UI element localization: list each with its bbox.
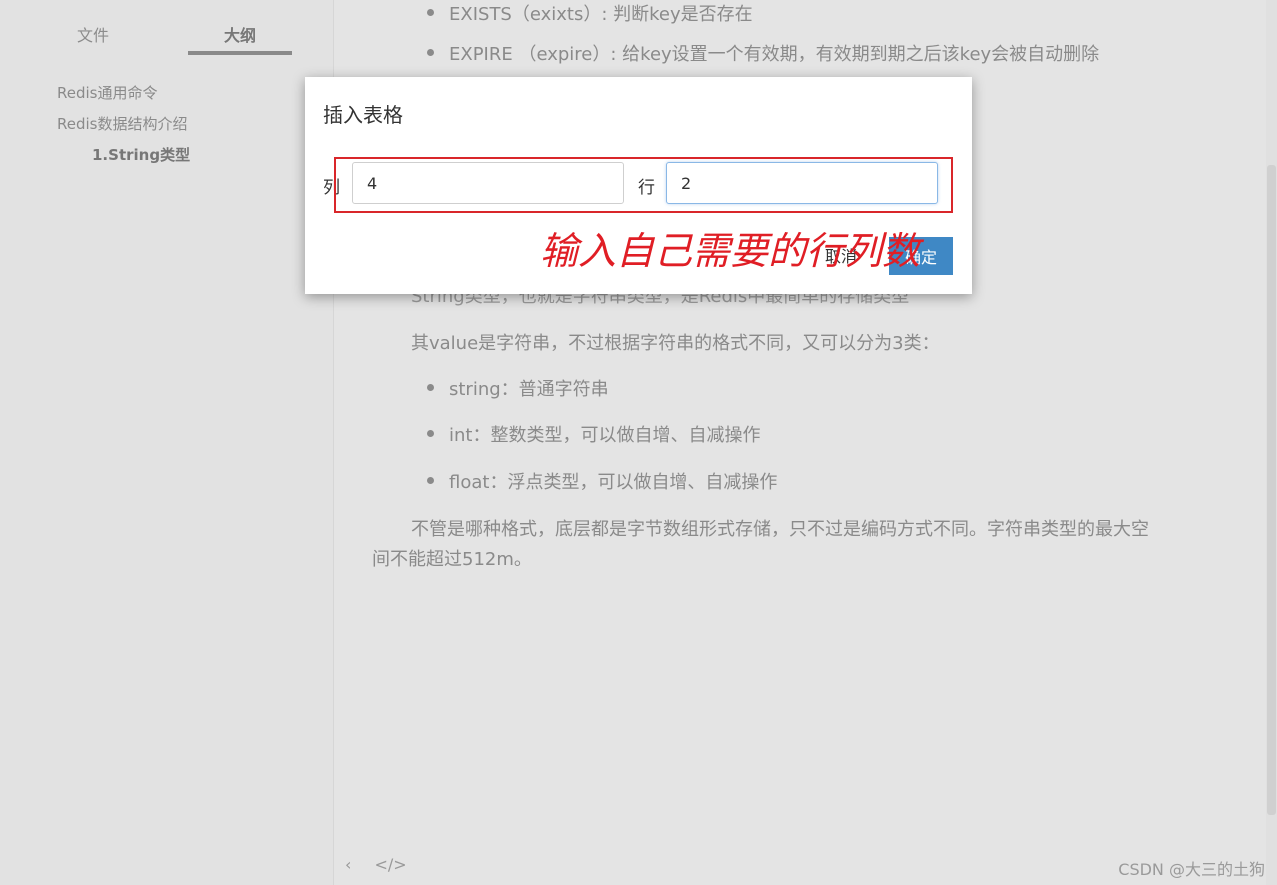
list-item: int：整数类型，可以做自增、自减操作 [426,421,760,447]
list-item: float：浮点类型，可以做自增、自减操作 [426,468,777,494]
columns-label: 列 [323,178,340,198]
outline-item[interactable]: Redis通用命令 [57,78,190,109]
rows-input[interactable] [666,162,938,204]
footer-toolbar: ‹ </> [345,855,425,874]
tab-files[interactable]: 文件 [60,22,126,46]
tab-outline-label: 大纲 [223,26,256,45]
watermark: CSDN @大三的土狗 [1118,860,1265,879]
list-item: string：普通字符串 [427,375,609,401]
source-code-icon[interactable]: </> [375,855,407,874]
tab-active-indicator [188,51,292,55]
outline-list: Redis通用命令 Redis数据结构介绍 1.String类型 [57,78,190,171]
scrollbar[interactable] [1266,0,1277,885]
outline-item[interactable]: Redis数据结构介绍 [57,109,190,140]
ok-button[interactable]: 确定 [889,237,953,275]
insert-table-dialog: 插入表格 列 行 取消 确定 [305,77,972,294]
paragraph: 不管是哪种格式，底层都是字节数组形式存储，只不过是编码方式不同。字符串类型的最大… [411,519,1149,540]
cancel-button[interactable]: 取消 [825,243,857,267]
columns-input[interactable] [352,162,624,204]
list-item: EXPIRE （expire）: 给key设置一个有效期，有效期到期之后该key… [426,40,1099,66]
sidebar-tabs: 文件 大纲 [0,22,334,62]
sidebar: 文件 大纲 Redis通用命令 Redis数据结构介绍 1.String类型 [0,0,334,885]
paragraph: 间不能超过512m。 [372,549,532,570]
rows-label: 行 [638,178,655,198]
list-item: EXISTS（exixts）: 判断key是否存在 [427,0,753,26]
outline-item[interactable]: 1.String类型 [57,140,190,171]
chevron-left-icon[interactable]: ‹ [345,855,351,874]
paragraph: 其value是字符串，不过根据字符串的格式不同，又可以分为3类： [411,333,940,354]
tab-outline[interactable]: 大纲 [188,22,292,55]
dialog-title: 插入表格 [323,103,403,127]
scrollbar-thumb[interactable] [1267,165,1276,815]
